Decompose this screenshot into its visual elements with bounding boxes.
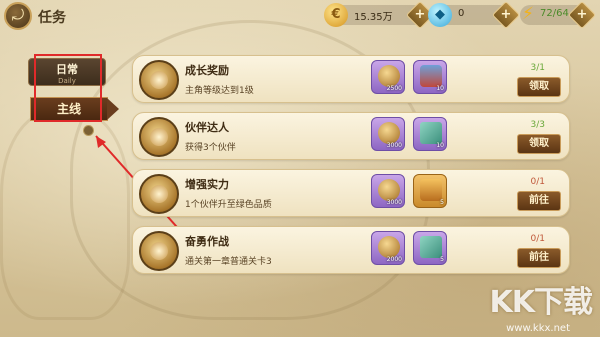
quest-progress: 0/1 — [530, 177, 545, 187]
reward-chest-icon[interactable]: 5 — [413, 174, 447, 208]
quest-description: 1个伙伴升至绿色品质 — [185, 200, 272, 210]
gold-value: 15.35万 — [354, 12, 393, 23]
add-energy-button[interactable]: + — [567, 0, 597, 30]
quest-description: 主角等级达到1级 — [185, 86, 254, 96]
top-bar: ⤾ 任务 € 15.35万 + ◆ 0 + ⚡ 72/64 + — [0, 0, 600, 34]
gold-counter: € 15.35万 + — [324, 0, 435, 30]
lightning-icon: ⚡ — [522, 4, 534, 24]
energy-counter: ⚡ 72/64 + — [520, 0, 597, 30]
reward-gold-bag-icon[interactable]: 3000 — [371, 174, 405, 208]
quest-description: 获得3个伙伴 — [185, 143, 236, 153]
go-button[interactable]: 前往 — [517, 191, 561, 211]
reward-book-icon[interactable]: 10 — [413, 117, 447, 151]
quest-title: 成长奖励 — [185, 64, 229, 77]
quest-progress: 3/3 — [530, 120, 545, 130]
background-character-art — [0, 110, 130, 320]
quest-progress: 0/1 — [530, 234, 545, 244]
energy-value: 72/64 — [540, 8, 569, 19]
quest-emblem-icon — [139, 117, 179, 157]
quest-emblem-icon — [139, 174, 179, 214]
reward-book-icon[interactable]: 5 — [413, 231, 447, 265]
reward-box-icon[interactable]: 10 — [413, 60, 447, 94]
quest-progress: 3/1 — [530, 63, 545, 73]
quest-title: 伙伴达人 — [185, 121, 229, 134]
quest-title: 奋勇作战 — [185, 235, 229, 248]
go-button[interactable]: 前往 — [517, 248, 561, 268]
diamond-icon: ◆ — [428, 3, 452, 27]
decorative-dot — [83, 125, 94, 136]
watermark-logo: KK下载 — [489, 285, 593, 320]
reward-gold-bag-icon[interactable]: 2000 — [371, 231, 405, 265]
quest-card: 奋勇作战 通关第一章普通关卡3 2000 5 0/1 前往 — [132, 226, 570, 274]
claim-button[interactable]: 领取 — [517, 134, 561, 154]
back-arrow-icon[interactable]: ⤾ — [4, 2, 32, 30]
reward-gold-bag-icon[interactable]: 3000 — [371, 117, 405, 151]
quest-card: 伙伴达人 获得3个伙伴 3000 10 3/3 领取 — [132, 112, 570, 160]
crossed-swords-icon — [139, 231, 179, 271]
claim-button[interactable]: 领取 — [517, 77, 561, 97]
annotation-highlight-box — [34, 54, 102, 122]
quest-card: 成长奖励 主角等级达到1级 2500 10 3/1 领取 — [132, 55, 570, 103]
quest-title: 增强实力 — [185, 178, 229, 191]
quest-card: 增强实力 1个伙伴升至绿色品质 3000 5 0/1 前往 — [132, 169, 570, 217]
quest-emblem-icon — [139, 60, 179, 100]
watermark-url: www.kkx.net — [506, 323, 570, 334]
diamond-value: 0 — [458, 8, 465, 19]
quest-description: 通关第一章普通关卡3 — [185, 257, 272, 267]
diamond-counter: ◆ 0 + — [428, 0, 521, 30]
reward-gold-bag-icon[interactable]: 2500 — [371, 60, 405, 94]
tab-main-pointer — [107, 98, 119, 120]
page-title: 任务 — [38, 10, 66, 26]
coin-icon: € — [324, 3, 348, 27]
